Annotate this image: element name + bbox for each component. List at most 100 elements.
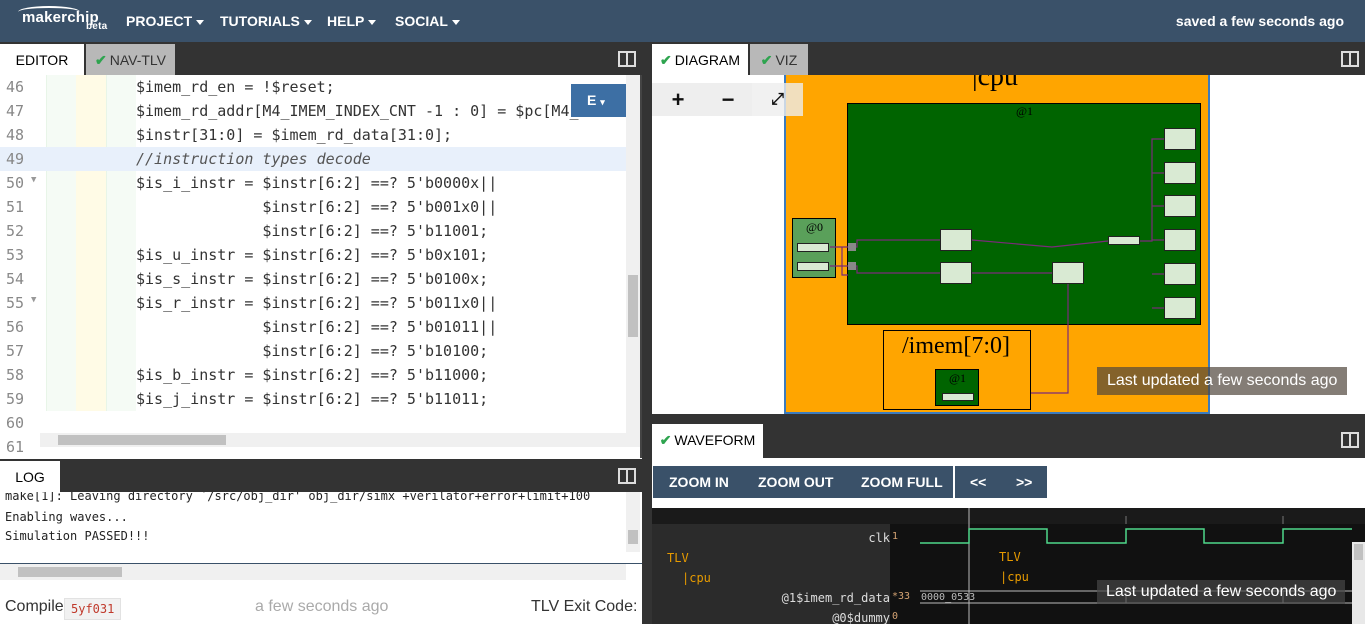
code-line[interactable]: 59 $is_j_instr = $instr[6:2] ==? 5'b11011…	[0, 387, 626, 411]
split-view-icon[interactable]	[1341, 51, 1359, 67]
code-line[interactable]: 52 $instr[6:2] ==? 5'b11001;	[0, 219, 626, 243]
tab-editor[interactable]: EDITOR	[0, 44, 84, 75]
code-line[interactable]: 51 $instr[6:2] ==? 5'b001x0||	[0, 195, 626, 219]
code-text: $imem_rd_en = !$reset;	[136, 78, 335, 96]
line-number: 48	[6, 126, 25, 144]
log-horizontal-scrollbar[interactable]	[0, 564, 626, 580]
save-status: saved a few seconds ago	[1175, 13, 1344, 29]
check-icon: ✔	[94, 52, 107, 68]
code-line[interactable]: 46 $imem_rd_en = !$reset;	[0, 75, 626, 99]
line-number: 47	[6, 102, 25, 120]
wave-zoom-in-button[interactable]: ZOOM IN	[669, 466, 729, 498]
pane-divider[interactable]	[642, 42, 652, 624]
signal-code: 1	[892, 531, 899, 542]
signal-box[interactable]	[942, 393, 974, 401]
code-text: $is_s_instr = $instr[6:2] ==? 5'b0100x;	[136, 270, 489, 288]
nav-button-group	[955, 466, 1047, 498]
wave-zoom-out-button[interactable]: ZOOM OUT	[758, 466, 834, 498]
code-text: $is_b_instr = $instr[6:2] ==? 5'b11000;	[136, 366, 489, 384]
top-navbar: makerchip beta PROJECT TUTORIALS HELP SO…	[0, 0, 1365, 42]
code-line[interactable]: 47 $imem_rd_addr[M4_IMEM_INDEX_CNT -1 : 0…	[0, 99, 626, 123]
code-text: $instr[6:2] ==? 5'b001x0||	[136, 198, 498, 216]
line-number: 58	[6, 366, 25, 384]
signal-name: |cpu	[682, 571, 711, 585]
line-number: 60	[6, 414, 25, 432]
menu-social[interactable]: SOCIAL	[395, 13, 460, 29]
code-line[interactable]: 57 $instr[6:2] ==? 5'b10100;	[0, 339, 626, 363]
wave-cpu-label: |cpu	[1000, 570, 1029, 584]
tab-diagram[interactable]: ✔ DIAGRAM	[652, 44, 748, 75]
code-line[interactable]: 54 $is_s_instr = $instr[6:2] ==? 5'b0100x…	[0, 267, 626, 291]
wave-zoom-full-button[interactable]: ZOOM FULL	[861, 466, 943, 498]
split-view-icon[interactable]	[1341, 432, 1359, 448]
code-text: $is_j_instr = $instr[6:2] ==? 5'b11011;	[136, 390, 489, 408]
log-line: Simulation PASSED!!!	[5, 529, 150, 543]
fit-view-icon[interactable]: ⤢	[752, 83, 803, 116]
waveform-toolbar: ZOOM IN ZOOM OUT ZOOM FULL << >>	[652, 458, 1365, 508]
signal-name: TLV	[667, 551, 689, 565]
last-updated-note: Last updated a few seconds ago	[1097, 367, 1348, 395]
wave-back-button[interactable]: <<	[970, 466, 987, 498]
code-line[interactable]: 48 $instr[31:0] = $imem_rd_data[31:0];	[0, 123, 626, 147]
zoom-out-button[interactable]: −	[704, 83, 752, 116]
code-line[interactable]: 58 $is_b_instr = $instr[6:2] ==? 5'b11000…	[0, 363, 626, 387]
tab-log[interactable]: LOG	[0, 461, 60, 492]
line-number: 59	[6, 390, 25, 408]
fold-toggle-icon[interactable]: ▼	[31, 175, 36, 185]
code-line[interactable]: 50 ▼ $is_i_instr = $instr[6:2] ==? 5'b0000…	[0, 171, 626, 195]
code-line[interactable]: 55 ▼ $is_r_instr = $instr[6:2] ==? 5'b011x…	[0, 291, 626, 315]
line-number: 46	[6, 78, 25, 96]
editor-tab-bar: EDITOR ✔ NAV-TLV	[0, 42, 642, 75]
split-view-icon[interactable]	[618, 51, 636, 67]
menu-project[interactable]: PROJECT	[126, 13, 205, 29]
code-text: $is_i_instr = $instr[6:2] ==? 5'b0000x||	[136, 174, 498, 192]
tab-nav-tlv[interactable]: ✔ NAV-TLV	[86, 44, 175, 75]
line-number: 50	[6, 174, 25, 192]
code-line[interactable]: 60	[0, 411, 626, 435]
compile-id-badge[interactable]: 5yf031	[64, 598, 122, 620]
code-text: $instr[6:2] ==? 5'b11001;	[136, 222, 489, 240]
waveform-signal-row[interactable]: @0$dummy 0	[652, 608, 1365, 624]
code-text: $instr[31:0] = $imem_rd_data[31:0];	[136, 126, 453, 144]
editor-horizontal-scrollbar[interactable]	[40, 433, 640, 447]
tab-viz[interactable]: ✔ VIZ	[750, 44, 808, 75]
imem-stage-label: @1	[949, 371, 967, 385]
code-editor[interactable]: 46 $imem_rd_en = !$reset; 47 $imem_rd_addr[…	[0, 75, 642, 458]
code-text: $instr[6:2] ==? 5'b10100;	[136, 342, 489, 360]
split-view-icon[interactable]	[618, 468, 636, 484]
diagram-canvas[interactable]: |cpu @1 @0 /imem[7:0] @1 + − ⤢ Last upda…	[652, 75, 1365, 414]
menu-help[interactable]: HELP	[327, 13, 377, 29]
imem-block: /imem[7:0] @1	[883, 330, 1031, 410]
tab-waveform[interactable]: ✔ WAVEFORM	[652, 424, 763, 458]
line-number: 52	[6, 222, 25, 240]
line-number: 57	[6, 342, 25, 360]
code-line[interactable]: 49 //instruction types decode	[0, 147, 626, 171]
compile-status-bar: Compile 5yf031 a few seconds ago TLV Exi…	[0, 582, 642, 624]
log-line: make[1]: Leaving directory `/src/obj_dir…	[5, 492, 591, 503]
waveform-signal-row[interactable]: clk 1	[652, 528, 1365, 548]
code-text: $is_u_instr = $instr[6:2] ==? 5'b0x101;	[136, 246, 489, 264]
wave-value: 0000_0533	[921, 592, 976, 603]
check-icon: ✔	[659, 432, 672, 448]
editor-mode-button[interactable]: E ▾	[571, 84, 626, 117]
wave-forward-button[interactable]: >>	[1016, 466, 1033, 498]
makerchip-logo[interactable]: makerchip beta	[18, 6, 107, 32]
line-number: 49	[6, 150, 25, 168]
code-line[interactable]: 56 $instr[6:2] ==? 5'b01011||	[0, 315, 626, 339]
zoom-in-button[interactable]: +	[652, 83, 704, 116]
code-text: $instr[6:2] ==? 5'b01011||	[136, 318, 498, 336]
exit-code-label: TLV Exit Code:	[531, 598, 638, 615]
code-line[interactable]: 53 $is_u_instr = $instr[6:2] ==? 5'b0x101…	[0, 243, 626, 267]
log-vertical-scrollbar[interactable]	[626, 492, 640, 552]
waveform-vertical-scrollbar[interactable]	[1352, 542, 1365, 624]
editor-vertical-scrollbar[interactable]	[626, 75, 640, 433]
line-number: 56	[6, 318, 25, 336]
imem-stage-block: @1	[935, 369, 979, 406]
signal-name: clk	[868, 531, 890, 545]
fold-toggle-icon[interactable]: ▼	[31, 295, 36, 305]
line-number: 61	[6, 438, 25, 456]
menu-tutorials[interactable]: TUTORIALS	[220, 13, 312, 29]
line-number: 53	[6, 246, 25, 264]
signal-name: @0$dummy	[832, 611, 890, 624]
waveform-viewer[interactable]: clk 1 TLV |cpu @1$imem_rd_data *33 @0$dummy 0 0…	[652, 508, 1365, 624]
